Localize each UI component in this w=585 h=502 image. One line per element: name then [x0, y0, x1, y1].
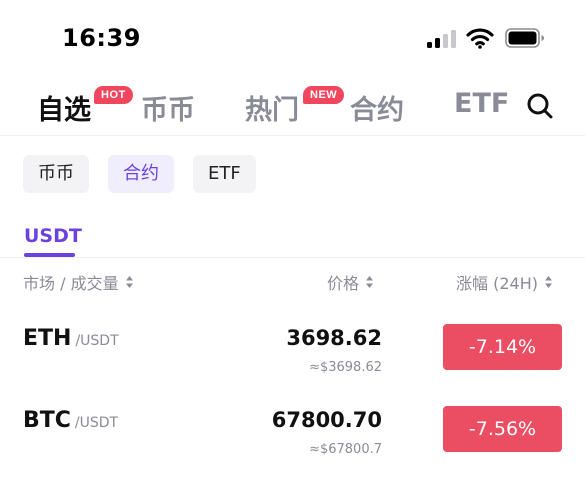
fiat-price: ≈$67800.7	[309, 442, 382, 457]
sort-price[interactable]: 价格	[327, 270, 374, 294]
symbol-quote: /USDT	[74, 415, 119, 431]
divider	[0, 257, 585, 258]
sort-icon	[544, 276, 552, 288]
subtab-spot[interactable]: 币币	[23, 155, 89, 193]
tab-futures[interactable]: 合约	[350, 88, 404, 127]
symbol-base: ETH	[23, 326, 72, 351]
tab-etf[interactable]: ETF	[454, 88, 509, 119]
signal-icon	[427, 30, 459, 48]
fiat-price: ≈$3698.62	[309, 360, 382, 375]
last-price: 3698.62	[286, 326, 382, 350]
market-row-eth[interactable]: ETH/USDT 3698.62 ≈$3698.62 -7.14%	[0, 324, 585, 408]
sort-icon	[366, 276, 374, 288]
tab-hot[interactable]: 热门	[245, 88, 299, 127]
market-symbol: BTC/USDT	[23, 408, 118, 433]
hot-badge: HOT	[94, 86, 133, 104]
search-icon[interactable]	[525, 91, 555, 121]
battery-icon	[505, 28, 544, 48]
symbol-base: BTC	[23, 408, 71, 433]
tab-favorites[interactable]: 自选	[37, 88, 91, 127]
new-badge: NEW	[303, 86, 345, 104]
subtab-etf[interactable]: ETF	[193, 155, 256, 193]
change-badge[interactable]: -7.14%	[443, 324, 562, 370]
top-tab-bar: 自选 HOT 币币 热门 NEW 合约 ETF	[0, 70, 585, 136]
column-price-label: 价格	[327, 274, 360, 293]
sort-market-volume[interactable]: 市场 / 成交量	[23, 270, 134, 294]
symbol-quote: /USDT	[75, 333, 119, 349]
column-market-label: 市场 / 成交量	[23, 274, 119, 293]
subtab-futures[interactable]: 合约	[108, 155, 174, 193]
sort-change[interactable]: 涨幅 (24H)	[456, 270, 553, 294]
column-change-label: 涨幅 (24H)	[456, 274, 538, 293]
last-price: 67800.70	[271, 408, 382, 432]
sort-icon	[125, 276, 133, 288]
status-bar: 16:39	[0, 0, 585, 70]
tab-usdt[interactable]: USDT	[24, 225, 82, 247]
tab-spot[interactable]: 币币	[141, 88, 195, 127]
market-row-btc[interactable]: BTC/USDT 67800.70 ≈$67800.7 -7.56%	[0, 406, 585, 490]
change-badge[interactable]: -7.56%	[443, 406, 562, 452]
market-symbol: ETH/USDT	[23, 326, 119, 351]
status-time: 16:39	[62, 24, 141, 52]
wifi-icon	[466, 28, 494, 49]
